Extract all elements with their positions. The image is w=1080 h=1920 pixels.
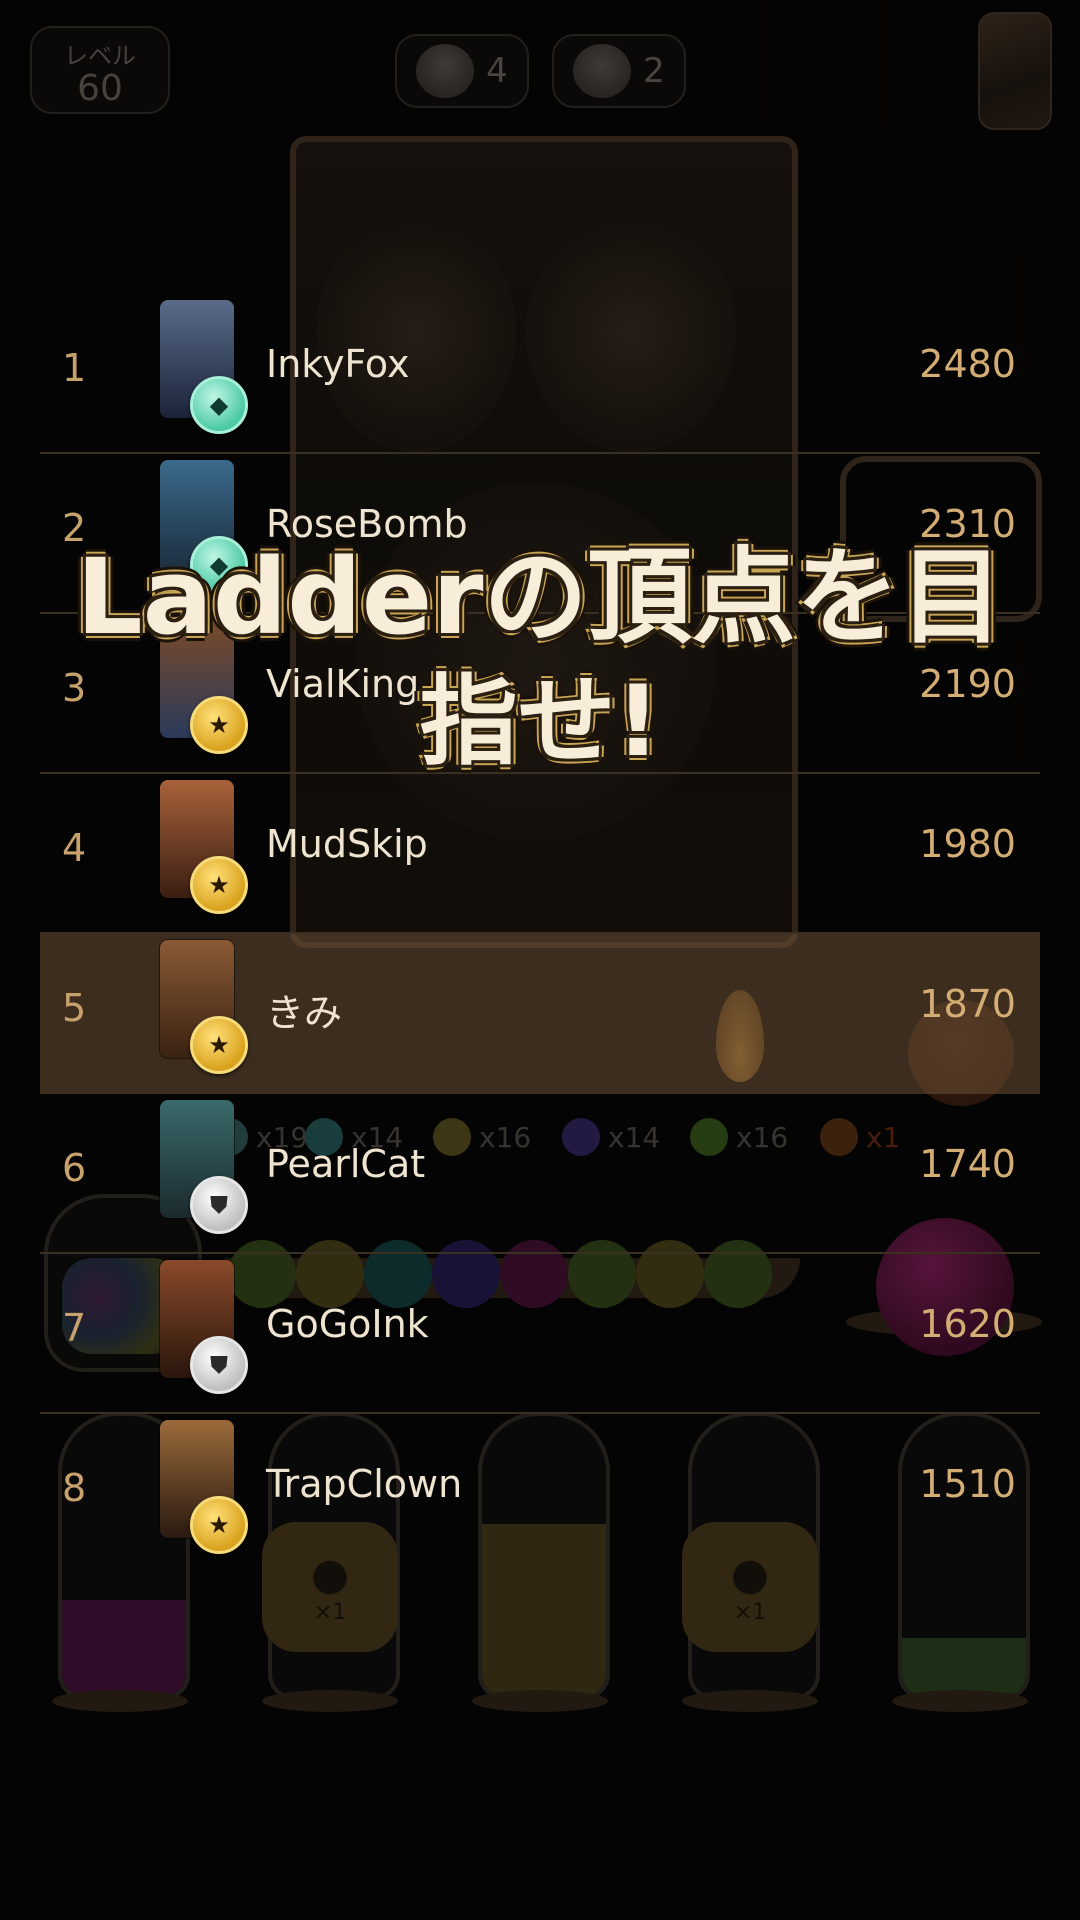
player-score: 1980 (919, 822, 1016, 866)
star-icon: ★ (190, 1016, 248, 1074)
rank: 6 (62, 1146, 87, 1190)
leaderboard-row[interactable]: 8 ★ TrapClown 1510 (40, 1414, 1040, 1574)
player-name: TrapClown (266, 1462, 463, 1506)
player-name: MudSkip (266, 822, 428, 866)
player-name: GoGoInk (266, 1302, 429, 1346)
player-name: きみ (266, 991, 343, 1035)
headline-line-1: Ladderの頂点を目 (76, 536, 1004, 658)
player-name: PearlCat (266, 1142, 426, 1186)
rank: 4 (62, 826, 87, 870)
rank: 7 (62, 1306, 87, 1350)
player-score: 1870 (919, 982, 1016, 1026)
leaderboard-row[interactable]: 7 ⛊ GoGoInk 1620 (40, 1254, 1040, 1414)
star-icon: ★ (190, 1496, 248, 1554)
promo-headline: Ladderの頂点を目 指せ! (0, 538, 1080, 782)
player-score: 1740 (919, 1142, 1016, 1186)
rank: 5 (62, 986, 87, 1030)
leaderboard-row[interactable]: 6 ⛊ PearlCat 1740 (40, 1094, 1040, 1254)
shield-icon: ⛊ (190, 1336, 248, 1394)
player-score: 2480 (919, 342, 1016, 386)
shield-icon: ⛊ (190, 1176, 248, 1234)
headline-line-2: 指せ! (419, 665, 661, 779)
diamond-icon: ◆ (190, 376, 248, 434)
player-score: 1620 (919, 1302, 1016, 1346)
leaderboard-row-current-player[interactable]: 5 ★ きみ 1870 (40, 934, 1040, 1094)
leaderboard-row[interactable]: 4 ★ MudSkip 1980 (40, 774, 1040, 934)
leaderboard-row[interactable]: 1 ◆ InkyFox 2480 (40, 294, 1040, 454)
rank: 8 (62, 1466, 87, 1510)
player-name: InkyFox (266, 342, 410, 386)
rank: 1 (62, 346, 87, 390)
star-icon: ★ (190, 856, 248, 914)
player-score: 1510 (919, 1462, 1016, 1506)
